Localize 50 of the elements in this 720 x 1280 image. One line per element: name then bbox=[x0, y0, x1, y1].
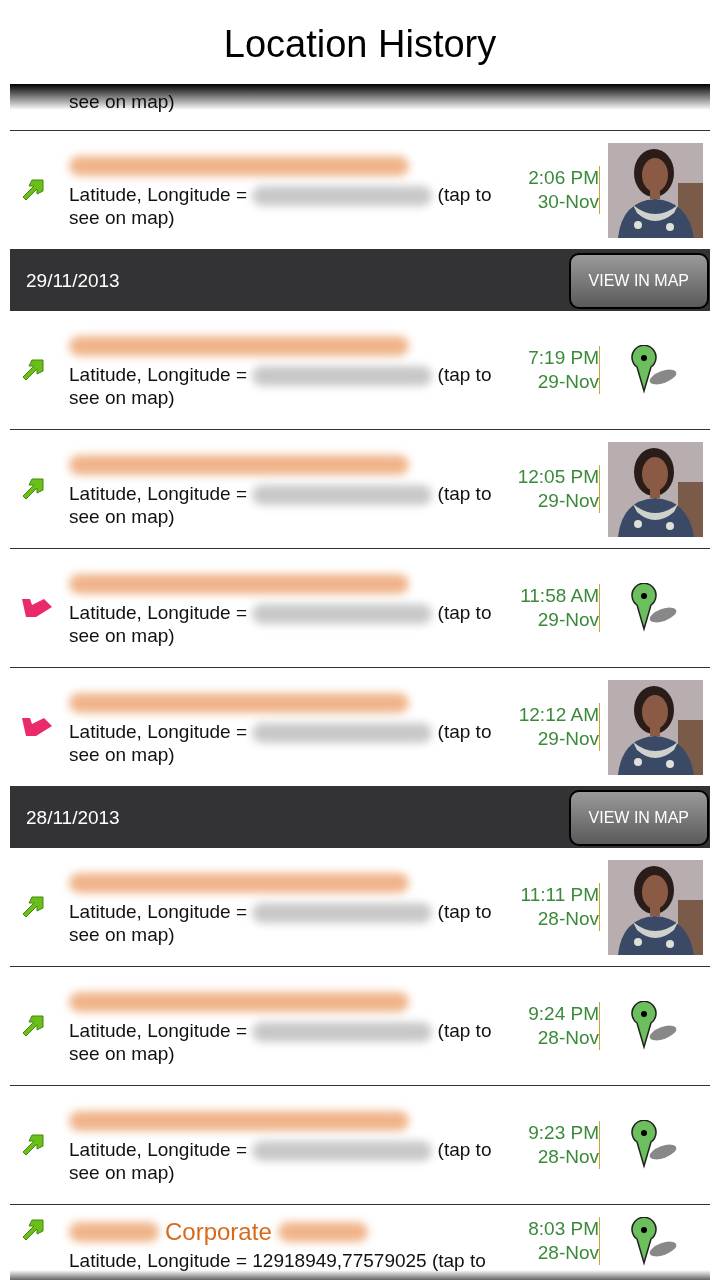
coordinates-text: Latitude, Longitude = (tap to see on map) bbox=[69, 720, 493, 766]
view-in-map-button[interactable]: VIEW IN MAP bbox=[568, 789, 709, 846]
arrow-icon bbox=[20, 476, 46, 502]
entry-time: 11:11 PM bbox=[520, 883, 599, 907]
view-in-map-button[interactable]: VIEW IN MAP bbox=[568, 252, 709, 309]
coordinates-text: Latitude, Longitude = (tap to see on map) bbox=[69, 183, 493, 229]
location-entry[interactable]: Latitude, Longitude = (tap to see on map) 9:24 PM 28-Nov bbox=[10, 967, 710, 1086]
location-entry[interactable]: Latitude, Longitude = (tap to see on map) 12:05 PM 29-Nov bbox=[10, 430, 710, 549]
coordinates-text: Latitude, Longitude = (tap to see on map) bbox=[69, 1138, 493, 1184]
entry-time: 12:12 AM bbox=[518, 703, 599, 727]
arrow-icon bbox=[20, 894, 46, 920]
entry-time: 9:23 PM bbox=[528, 1121, 599, 1145]
coordinates-text: see on map) bbox=[69, 90, 175, 113]
entry-date: 30-Nov bbox=[537, 190, 599, 214]
location-entry[interactable]: Latitude, Longitude = (tap to see on map) 12:12 AM 29-Nov bbox=[10, 668, 710, 787]
coordinates-text: Latitude, Longitude = (tap to see on map) bbox=[69, 601, 493, 647]
coordinates-text: Latitude, Longitude = (tap to see on map) bbox=[69, 1019, 493, 1065]
arrow-icon bbox=[20, 357, 46, 383]
contact-name: Corporate bbox=[165, 1218, 272, 1246]
coordinates-text: Latitude, Longitude = (tap to see on map) bbox=[69, 482, 493, 528]
entry-time: 7:19 PM bbox=[528, 346, 599, 370]
entry-date: 29-Nov bbox=[537, 727, 599, 751]
location-entry[interactable]: Latitude, Longitude = (tap to see on map) 7:19 PM 29-Nov bbox=[10, 311, 710, 430]
entry-time: 12:05 PM bbox=[517, 465, 599, 489]
entry-time: 11:58 AM bbox=[520, 584, 599, 608]
location-entry[interactable]: Corporate Latitude, Longitude = 12918949,77579025 (tap to 8:03 PM 28-Nov bbox=[10, 1205, 710, 1280]
entry-date: 28-Nov bbox=[537, 1241, 599, 1265]
arrow-icon bbox=[20, 1013, 46, 1039]
date-label: 28/11/2013 bbox=[26, 806, 120, 829]
entry-date: 29-Nov bbox=[537, 608, 599, 632]
entry-date: 28-Nov bbox=[537, 907, 599, 931]
arrow-icon bbox=[20, 177, 46, 203]
entry-time: 8:03 PM bbox=[528, 1217, 599, 1241]
screen-title: Location History bbox=[223, 21, 497, 66]
entry-date: 29-Nov bbox=[537, 370, 599, 394]
entry-time: 9:24 PM bbox=[528, 1002, 599, 1026]
location-entry[interactable]: Latitude, Longitude = (tap to see on map) 11:11 PM 28-Nov bbox=[10, 848, 710, 967]
date-label: 29/11/2013 bbox=[26, 269, 120, 292]
entry-time: 2:06 PM bbox=[528, 166, 599, 190]
coordinates-text: Latitude, Longitude = (tap to see on map) bbox=[69, 363, 493, 409]
coordinates-text: Latitude, Longitude = (tap to see on map) bbox=[69, 900, 493, 946]
arrow-icon bbox=[20, 1132, 46, 1158]
location-entry[interactable]: Latitude, Longitude = (tap to see on map) 11:58 AM 29-Nov bbox=[10, 549, 710, 668]
location-entry[interactable]: Latitude, Longitude = (tap to see on map) 2:06 PM 30-Nov bbox=[10, 131, 710, 250]
entry-date: 28-Nov bbox=[537, 1145, 599, 1169]
entry-date: 29-Nov bbox=[537, 489, 599, 513]
coordinates-text: Latitude, Longitude = 12918949,77579025 (tap to bbox=[69, 1249, 487, 1272]
arrow-icon bbox=[20, 1217, 46, 1243]
location-entry[interactable]: Latitude, Longitude = (tap to see on map) 9:23 PM 28-Nov bbox=[10, 1086, 710, 1205]
entry-date: 28-Nov bbox=[537, 1026, 599, 1050]
